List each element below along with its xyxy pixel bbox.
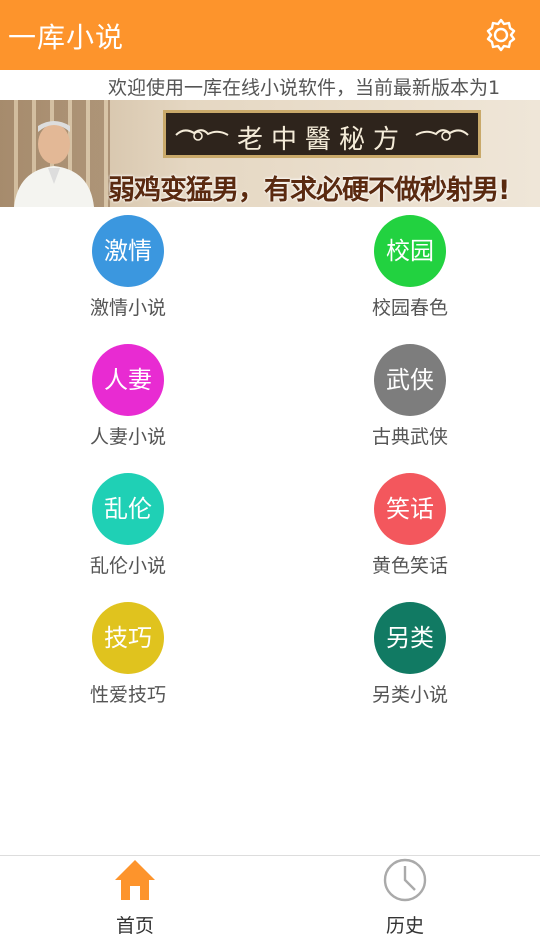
category-icon: 校园 xyxy=(374,215,446,287)
tab-home[interactable]: 首页 xyxy=(65,856,205,937)
tab-history-label: 历史 xyxy=(385,915,424,937)
category-label: 古典武侠 xyxy=(371,426,448,448)
marquee-text: 欢迎使用一库在线小说软件，当前最新版本为1 xyxy=(108,77,501,99)
gear-icon[interactable] xyxy=(482,16,520,54)
category-icon: 乱伦 xyxy=(92,473,164,545)
category-item[interactable]: 技巧 性爱技巧 xyxy=(58,594,198,707)
category-item[interactable]: 另类 另类小说 xyxy=(340,594,480,707)
cloud-ornament-icon xyxy=(175,129,229,141)
category-label: 乱伦小说 xyxy=(89,555,166,577)
banner-sign-text: 老中醫秘方 xyxy=(236,125,407,155)
tab-home-label: 首页 xyxy=(115,915,154,937)
category-label: 性爱技巧 xyxy=(89,684,166,706)
banner-sign: 老中醫秘方 xyxy=(163,110,481,158)
category-item[interactable]: 武侠 古典武侠 xyxy=(340,336,480,449)
announcement-marquee: 欢迎使用一库在线小说软件，当前最新版本为1 xyxy=(0,70,540,100)
category-icon: 技巧 xyxy=(92,602,164,674)
tab-history[interactable]: 历史 xyxy=(335,856,475,937)
category-item[interactable]: 笑话 黄色笑话 xyxy=(340,465,480,578)
category-label: 另类小说 xyxy=(371,684,448,706)
category-label: 黄色笑话 xyxy=(371,555,448,577)
category-item[interactable]: 激情 激情小说 xyxy=(58,207,198,320)
app-header: 一库小说 xyxy=(0,0,540,70)
category-item[interactable]: 人妻 人妻小说 xyxy=(58,336,198,449)
category-item[interactable]: 乱伦 乱伦小说 xyxy=(58,465,198,578)
category-icon: 笑话 xyxy=(374,473,446,545)
category-icon: 激情 xyxy=(92,215,164,287)
cloud-ornament-icon xyxy=(415,129,469,141)
category-icon: 另类 xyxy=(374,602,446,674)
clock-icon xyxy=(383,858,427,902)
category-icon: 人妻 xyxy=(92,344,164,416)
app-title: 一库小说 xyxy=(8,21,125,54)
category-label: 人妻小说 xyxy=(89,426,166,448)
category-icon: 武侠 xyxy=(374,344,446,416)
category-label: 激情小说 xyxy=(89,297,166,319)
home-icon xyxy=(115,860,155,900)
banner-person-image xyxy=(14,121,94,207)
category-label: 校园春色 xyxy=(371,297,448,319)
category-item[interactable]: 校园 校园春色 xyxy=(340,207,480,320)
ad-banner[interactable]: 老中醫秘方 弱鸡变猛男，有求必硬不做秒射男! xyxy=(0,100,540,207)
bottom-nav: 首页 历史 xyxy=(0,855,540,937)
banner-slogan: 弱鸡变猛男，有求必硬不做秒射男! xyxy=(108,175,510,206)
